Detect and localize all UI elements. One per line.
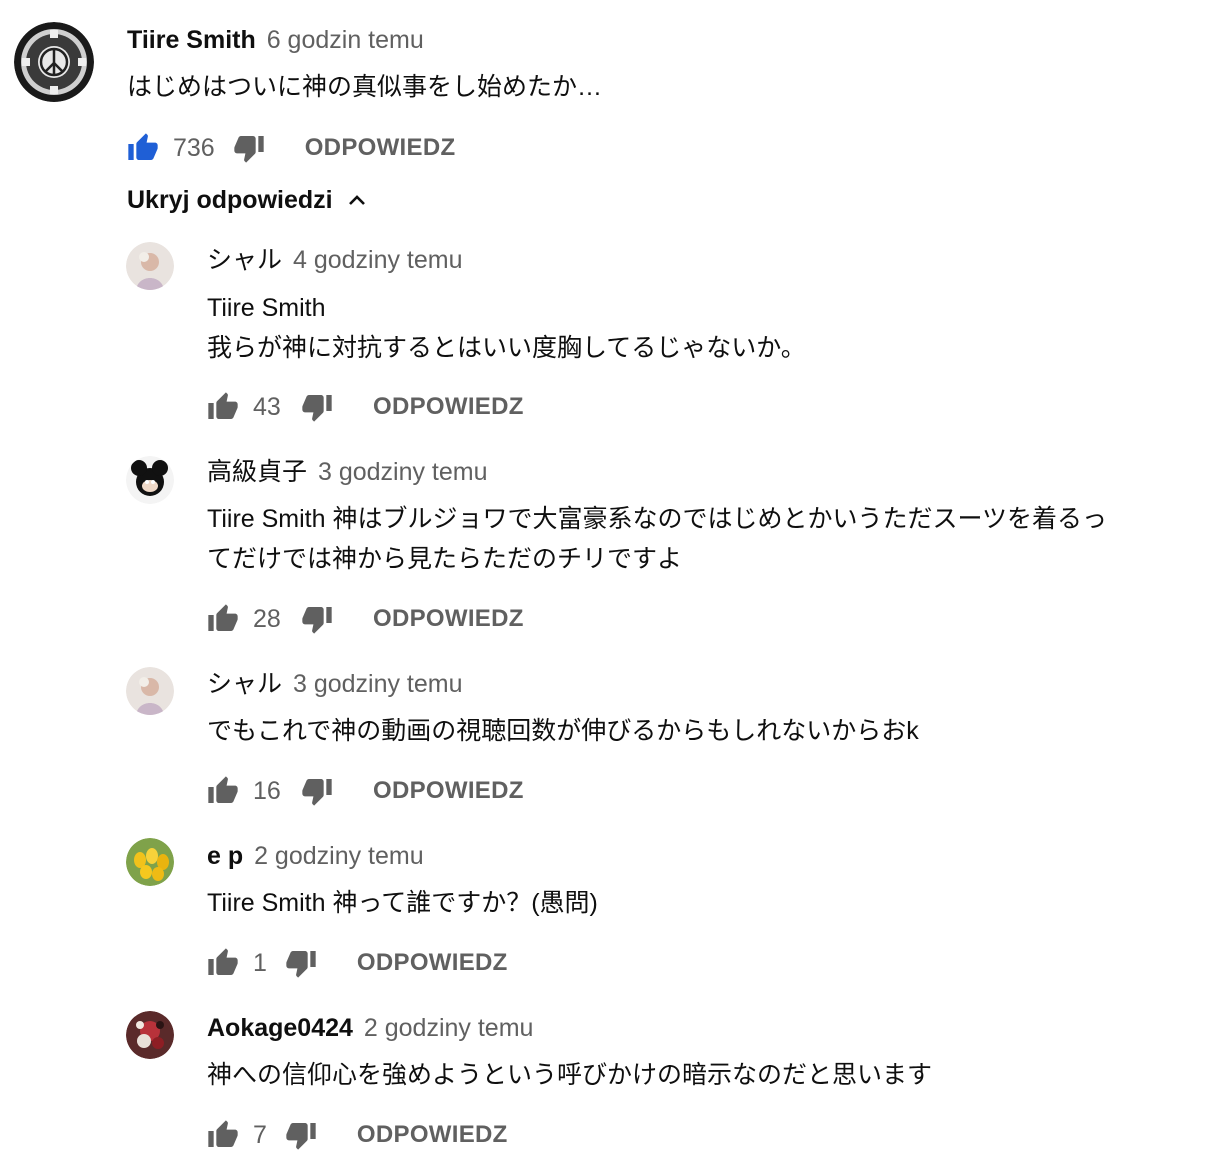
comment-author[interactable]: 高級貞子 bbox=[207, 458, 307, 486]
like-count: 1 bbox=[253, 948, 267, 977]
thumb-down-icon[interactable] bbox=[233, 132, 265, 164]
comment-line: Tiire Smith bbox=[207, 294, 326, 322]
thumb-up-icon[interactable] bbox=[207, 775, 239, 807]
thumb-up-icon[interactable] bbox=[207, 391, 239, 423]
avatar[interactable] bbox=[126, 456, 174, 504]
thumb-up-icon[interactable] bbox=[207, 603, 239, 635]
comment-text: Tiire Smith 神はブルジョワで大富豪系なのではじめとかいうただスーツを… bbox=[207, 499, 1217, 579]
comment-time[interactable]: 3 godziny temu bbox=[318, 458, 488, 486]
thumb-up-icon[interactable] bbox=[127, 132, 159, 164]
chevron-up-icon bbox=[345, 189, 369, 213]
comment-text: Tiire Smith 神って誰ですか？(愚問) bbox=[207, 883, 1217, 923]
comment-header: 高級貞子 3 godziny temu bbox=[207, 456, 488, 488]
comment-actions: 16 ODPOWIEDZ bbox=[207, 771, 524, 811]
comment-author[interactable]: シャル bbox=[207, 670, 282, 698]
thumb-down-icon[interactable] bbox=[301, 391, 333, 423]
comment-time[interactable]: 2 godziny temu bbox=[254, 842, 424, 870]
comment-line: Tiire Smith 神って誰ですか？(愚問) bbox=[207, 889, 598, 917]
reply-button[interactable]: ODPOWIEDZ bbox=[373, 605, 524, 633]
like-count: 736 bbox=[173, 133, 215, 162]
comment-text: はじめはついに神の真似事をし始めたか… bbox=[127, 73, 603, 101]
comment-actions: 7 ODPOWIEDZ bbox=[207, 1115, 508, 1155]
comment-line: てだけでは神から見たらただのチリですよ bbox=[207, 545, 683, 573]
hide-replies-label: Ukryj odpowiedzi bbox=[127, 186, 333, 214]
comment-author[interactable]: シャル bbox=[207, 246, 282, 274]
comment-actions: 736 ODPOWIEDZ bbox=[127, 128, 455, 168]
comment-time[interactable]: 2 godziny temu bbox=[364, 1014, 534, 1042]
comment-thread: Tiire Smith 6 godzin temu はじめはついに神の真似事をし… bbox=[0, 0, 1226, 1170]
thumb-down-icon[interactable] bbox=[301, 775, 333, 807]
reply-button[interactable]: ODPOWIEDZ bbox=[305, 134, 456, 162]
like-count: 43 bbox=[253, 392, 281, 421]
reply-button[interactable]: ODPOWIEDZ bbox=[357, 949, 508, 977]
like-count: 28 bbox=[253, 604, 281, 633]
comment-text: Tiire Smith 我らが神に対抗するとはいい度胸してるじゃないか。 bbox=[207, 288, 1217, 368]
like-count: 16 bbox=[253, 776, 281, 805]
reply-button[interactable]: ODPOWIEDZ bbox=[357, 1121, 508, 1149]
comment-line: Tiire Smith 神はブルジョワで大富豪系なのではじめとかいうただスーツを… bbox=[207, 505, 1107, 533]
comment-line: でもこれで神の動画の視聴回数が伸びるからもしれないからおk bbox=[207, 717, 919, 745]
comment-line: 神への信仰心を強めようという呼びかけの暗示なのだと思います bbox=[207, 1061, 933, 1089]
comment-time[interactable]: 3 godziny temu bbox=[293, 670, 463, 698]
comment-text: 神への信仰心を強めようという呼びかけの暗示なのだと思います bbox=[207, 1055, 1217, 1095]
thumb-down-icon[interactable] bbox=[285, 947, 317, 979]
avatar[interactable] bbox=[126, 242, 174, 290]
thumb-up-icon[interactable] bbox=[207, 947, 239, 979]
comment-author[interactable]: Aokage0424 bbox=[207, 1014, 353, 1042]
comment-time[interactable]: 4 godziny temu bbox=[293, 246, 463, 274]
comment-header: e p 2 godziny temu bbox=[207, 840, 424, 872]
comment-line: 我らが神に対抗するとはいい度胸してるじゃないか。 bbox=[207, 334, 806, 362]
comment-author[interactable]: Tiire Smith bbox=[127, 26, 256, 54]
avatar[interactable] bbox=[14, 22, 94, 102]
thumb-down-icon[interactable] bbox=[301, 603, 333, 635]
reply-button[interactable]: ODPOWIEDZ bbox=[373, 393, 524, 421]
comment-actions: 28 ODPOWIEDZ bbox=[207, 599, 524, 639]
comment-author[interactable]: e p bbox=[207, 842, 243, 870]
thumb-down-icon[interactable] bbox=[285, 1119, 317, 1151]
comment-header: Aokage0424 2 godziny temu bbox=[207, 1012, 533, 1044]
reply-button[interactable]: ODPOWIEDZ bbox=[373, 777, 524, 805]
avatar[interactable] bbox=[126, 667, 174, 715]
comment-text: でもこれで神の動画の視聴回数が伸びるからもしれないからおk bbox=[207, 711, 1217, 751]
like-count: 7 bbox=[253, 1120, 267, 1149]
comment-header: Tiire Smith 6 godzin temu bbox=[127, 24, 424, 56]
comment-actions: 43 ODPOWIEDZ bbox=[207, 387, 524, 427]
thumb-up-icon[interactable] bbox=[207, 1119, 239, 1151]
comment-actions: 1 ODPOWIEDZ bbox=[207, 943, 508, 983]
comment-time[interactable]: 6 godzin temu bbox=[267, 26, 424, 54]
comment-header: シャル 3 godziny temu bbox=[207, 668, 463, 700]
comment-header: シャル 4 godziny temu bbox=[207, 244, 463, 276]
avatar[interactable] bbox=[126, 838, 174, 886]
hide-replies-button[interactable]: Ukryj odpowiedzi bbox=[127, 186, 369, 215]
avatar[interactable] bbox=[126, 1011, 174, 1059]
